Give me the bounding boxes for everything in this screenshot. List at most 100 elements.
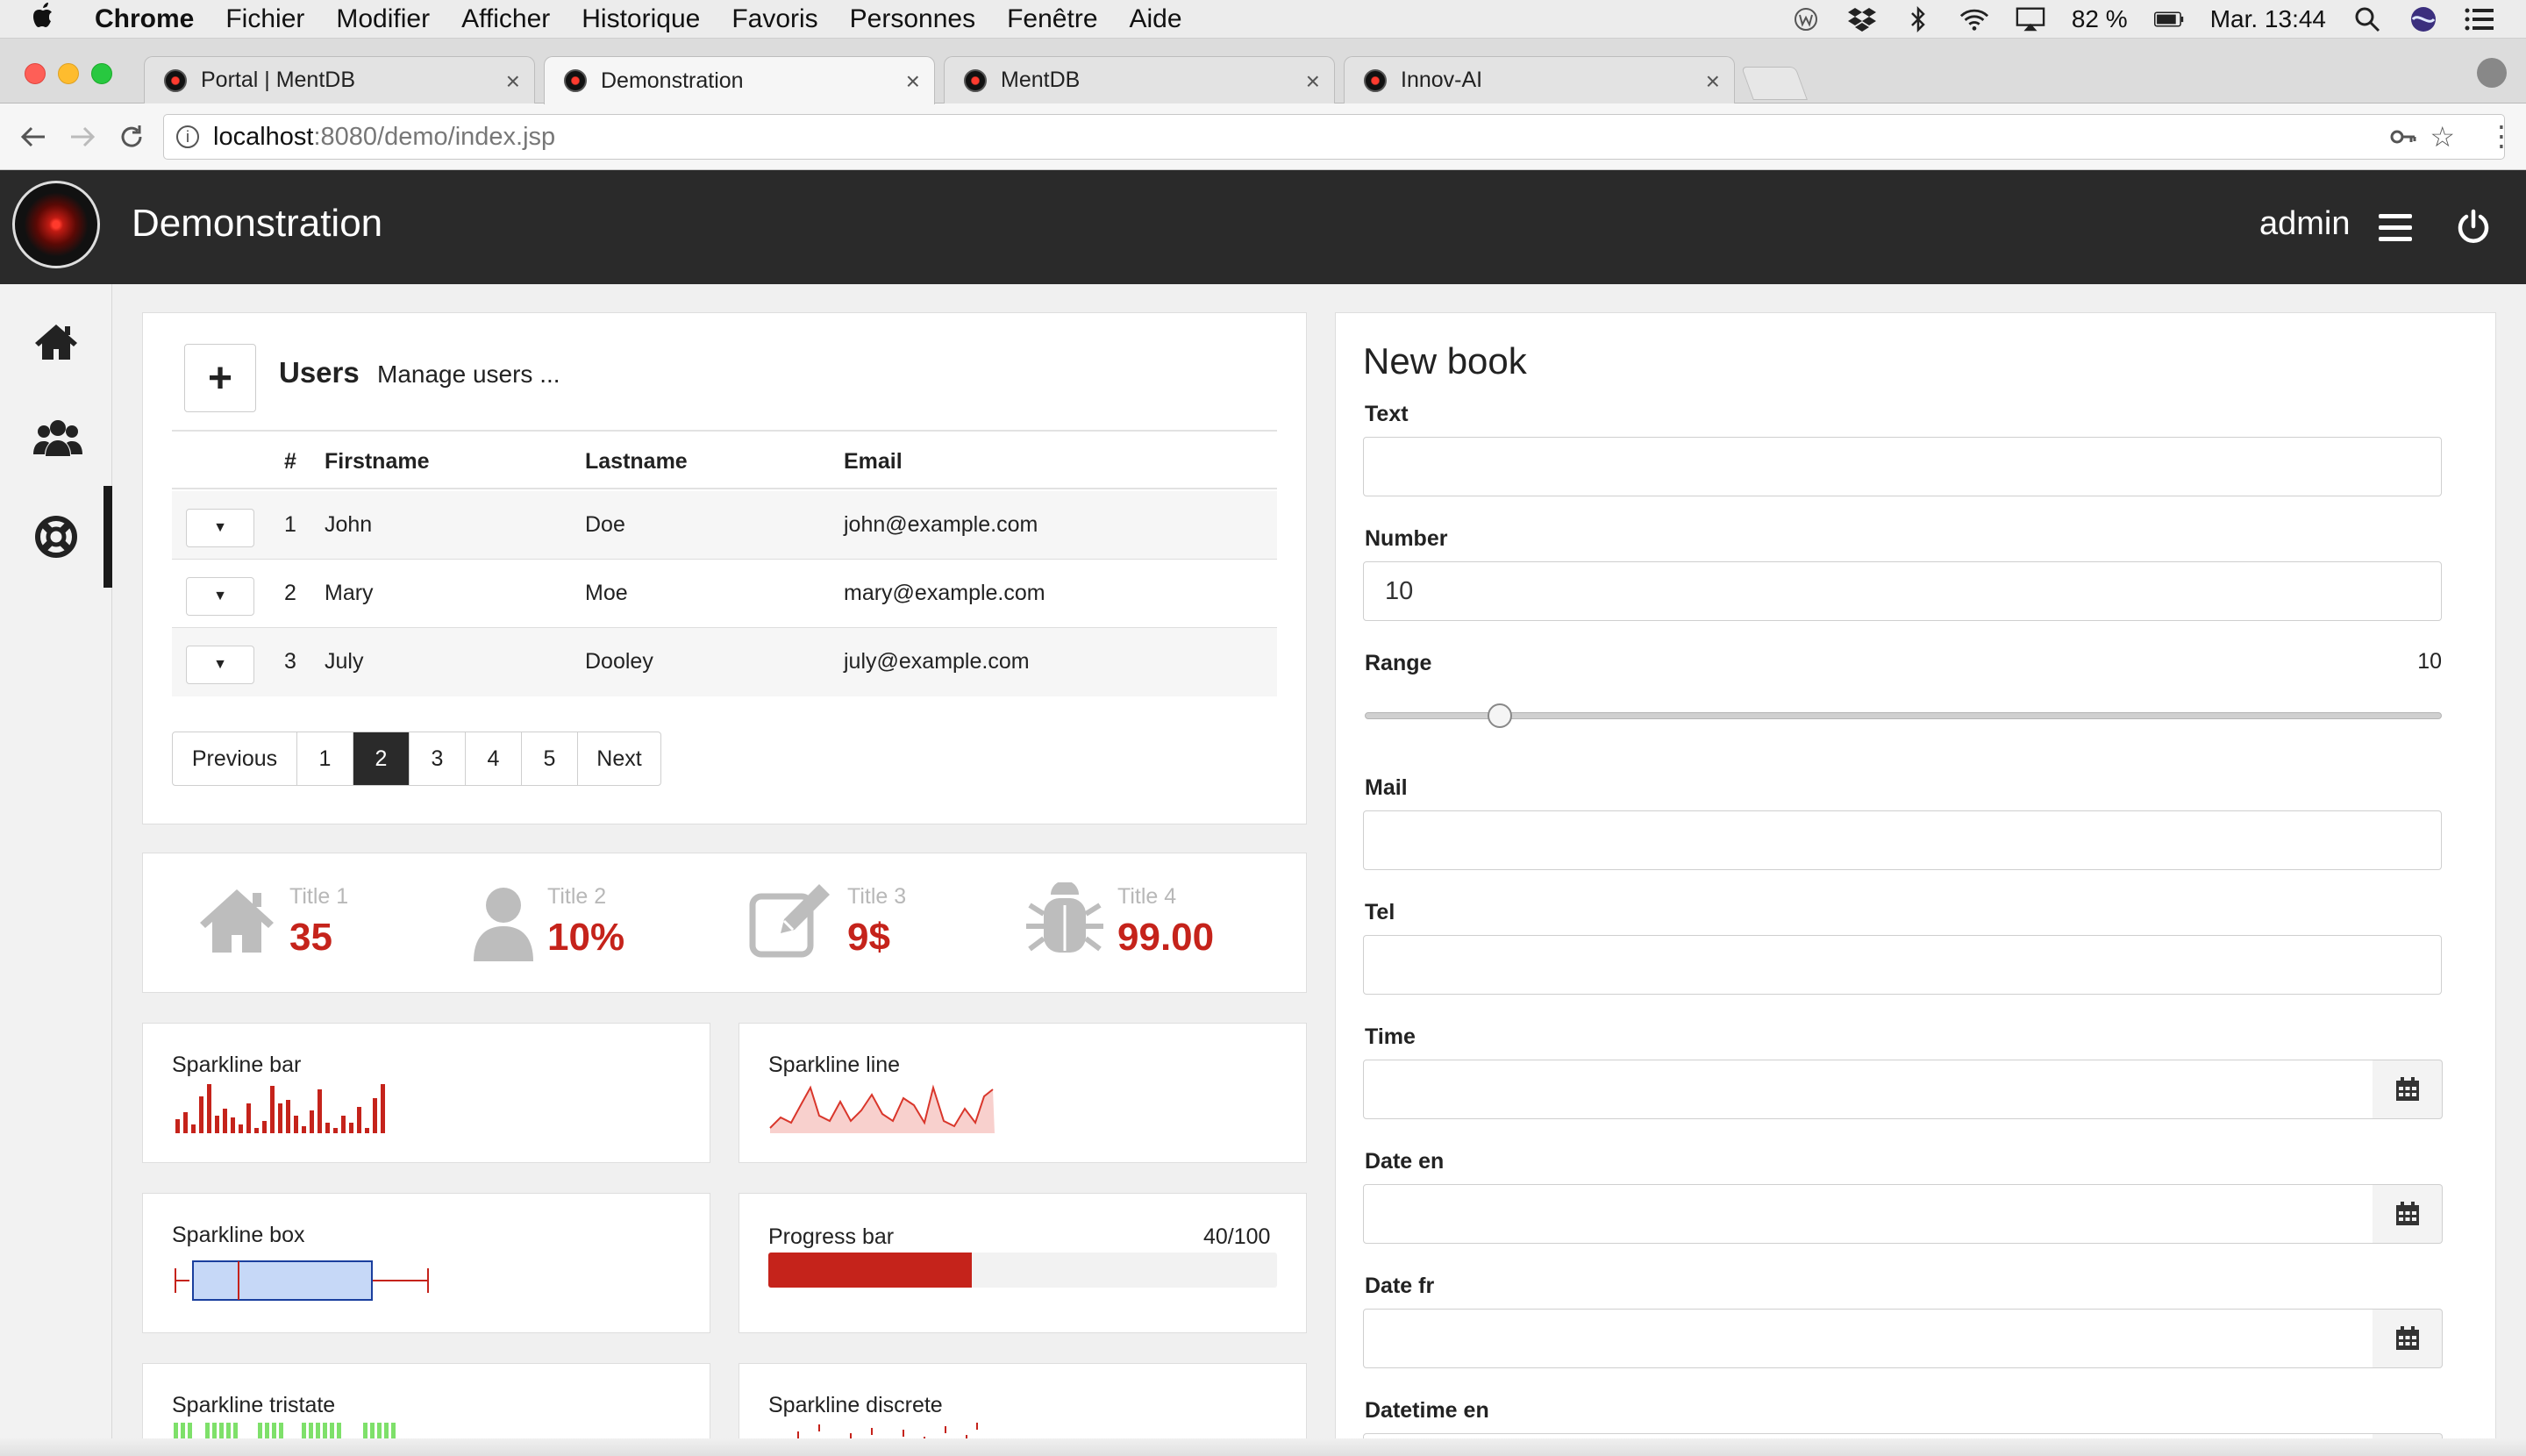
user-name[interactable]: admin [2259,205,2351,243]
tab-demonstration[interactable]: Demonstration × [544,56,935,104]
menu-modifier[interactable]: Modifier [336,4,430,34]
app-logo[interactable] [12,181,100,268]
airplay-icon[interactable] [2016,6,2045,32]
close-tab-icon[interactable]: × [906,68,920,96]
forward-arrow-icon[interactable] [63,118,102,156]
mail-input[interactable] [1363,810,2442,870]
pagination-page-1[interactable]: 1 [297,732,353,785]
pagination-page-2[interactable]: 2 [353,732,410,785]
pagination-previous[interactable]: Previous [173,732,297,785]
menu-afficher[interactable]: Afficher [461,4,550,34]
tab-portal-mentdb[interactable]: Portal | MentDB × [144,56,535,103]
cell-firstname: Mary [325,581,374,605]
home-icon[interactable] [33,319,79,365]
menu-historique[interactable]: Historique [582,4,700,34]
menu-aide[interactable]: Aide [1130,4,1182,34]
close-tab-icon[interactable]: × [506,68,520,96]
cell-lastname: Doe [585,512,625,537]
column-header-lastname[interactable]: Lastname [585,449,688,475]
row-actions-dropdown[interactable]: ▼ [186,577,254,616]
back-arrow-icon[interactable] [14,118,53,156]
chrome-menu-icon[interactable]: ⋮ [2487,119,2515,153]
edit-icon [749,884,830,958]
cell-email: mary@example.com [844,581,1045,605]
power-icon[interactable] [2456,209,2491,244]
menu-fichier[interactable]: Fichier [225,4,304,34]
close-tab-icon[interactable]: × [1706,68,1720,96]
date-fr-input[interactable] [1363,1309,2373,1368]
range-slider-track[interactable] [1365,712,2442,719]
tab-innov-ai[interactable]: Innov-AI × [1344,56,1735,103]
bookmark-star-icon[interactable]: ☆ [2430,120,2455,153]
sparkline-line-chart [769,1084,995,1133]
menu-chrome[interactable]: Chrome [95,4,194,34]
pagination-page-5[interactable]: 5 [522,732,578,785]
minimize-window-button[interactable] [58,63,79,84]
help-lifebuoy-icon[interactable] [33,514,79,560]
hamburger-menu-icon[interactable] [2379,214,2412,248]
time-picker-button[interactable] [2373,1060,2443,1119]
bug-icon [1026,882,1103,953]
pagination-page-4[interactable]: 4 [466,732,522,785]
tel-input[interactable] [1363,935,2442,995]
cell-id: 1 [284,512,296,537]
row-actions-dropdown[interactable]: ▼ [186,509,254,547]
text-input[interactable] [1363,437,2442,496]
stat-title: Title 3 [847,884,907,909]
pagination-page-3[interactable]: 3 [410,732,466,785]
menu-fenetre[interactable]: Fenêtre [1007,4,1097,34]
table-row[interactable]: ▼ 1 John Doe john@example.com [172,491,1277,560]
notification-center-icon[interactable] [2465,6,2494,32]
close-tab-icon[interactable]: × [1306,68,1320,96]
table-row[interactable]: ▼ 3 July Dooley july@example.com [172,628,1277,696]
range-slider-thumb[interactable] [1487,703,1512,728]
sparkline-bar-chart [175,1084,385,1133]
sidebar [0,284,112,1456]
progress-bar [768,1253,1277,1288]
new-tab-button[interactable] [1741,67,1808,100]
date-fr-picker-button[interactable] [2373,1309,2443,1368]
w-status-icon[interactable] [1791,6,1821,32]
spotlight-search-icon[interactable] [2352,6,2382,32]
user-icon [474,888,533,961]
cell-lastname: Moe [585,581,628,605]
dropbox-icon[interactable] [1847,6,1877,32]
number-input[interactable]: 10 [1363,561,2442,621]
add-user-button[interactable]: + [184,344,256,412]
profile-icon[interactable] [2477,58,2507,88]
battery-percent: 82 % [2071,5,2128,32]
column-header-firstname[interactable]: Firstname [325,449,429,475]
address-bar[interactable]: i localhost:8080/demo/index.jsp ☆ [163,114,2505,160]
wifi-icon[interactable] [1959,6,1989,32]
clock[interactable]: Mar. 13:44 [2210,5,2326,33]
key-icon[interactable] [2390,124,2416,152]
table-row[interactable]: ▼ 2 Mary Moe mary@example.com [172,560,1277,628]
mail-label: Mail [1365,775,1408,800]
bluetooth-icon[interactable] [1903,6,1933,32]
text-label: Text [1365,402,1409,426]
sparkline-box-chart [175,1260,429,1301]
info-icon[interactable]: i [176,125,199,148]
menu-personnes[interactable]: Personnes [850,4,975,34]
app-title: Demonstration [132,202,383,245]
close-window-button[interactable] [25,63,46,84]
menu-favoris[interactable]: Favoris [731,4,817,34]
row-actions-dropdown[interactable]: ▼ [186,646,254,684]
time-input[interactable] [1363,1060,2373,1119]
range-label: Range [1365,651,1432,675]
column-header-id[interactable]: # [284,449,296,475]
date-en-picker-button[interactable] [2373,1184,2443,1244]
url-path: :8080/demo/index.jsp [313,122,556,151]
column-header-email[interactable]: Email [844,449,903,475]
users-icon[interactable] [33,416,82,461]
pagination-next[interactable]: Next [578,732,660,785]
date-en-input[interactable] [1363,1184,2373,1244]
siri-icon[interactable] [2408,6,2438,32]
apple-icon[interactable] [32,2,81,37]
zoom-window-button[interactable] [91,63,112,84]
tab-mentdb[interactable]: MentDB × [944,56,1335,103]
cell-id: 2 [284,581,296,605]
caret-down-icon: ▼ [213,520,227,535]
reload-icon[interactable] [112,118,151,156]
battery-icon[interactable] [2153,6,2184,32]
